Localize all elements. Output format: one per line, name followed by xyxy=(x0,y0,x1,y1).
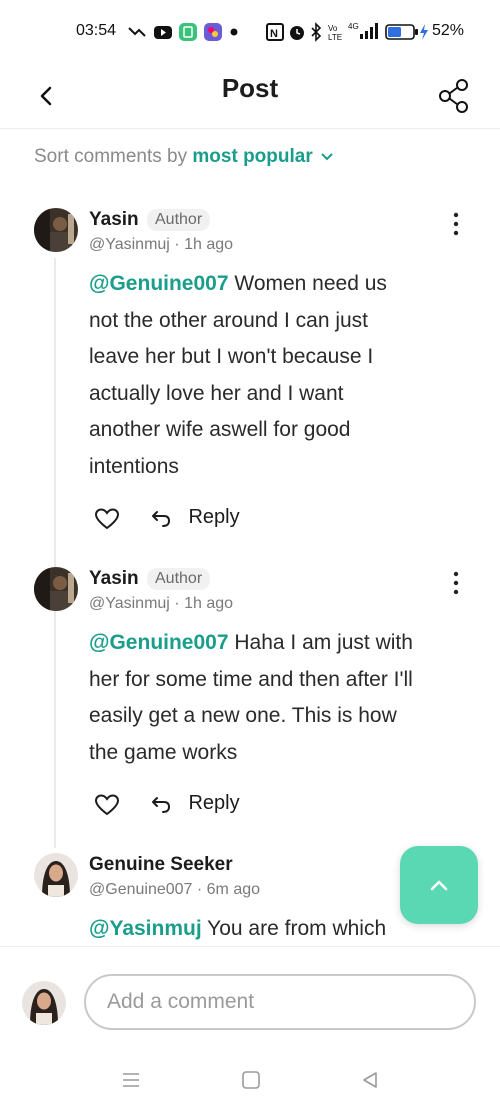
reply-button[interactable]: Reply xyxy=(150,792,240,818)
current-user-avatar-image xyxy=(22,981,66,1025)
meta-separator: · xyxy=(169,236,185,253)
comment-line: @Genuine007 Haha I am just with xyxy=(89,631,413,654)
svg-text:N: N xyxy=(270,28,278,40)
battery-icon xyxy=(385,24,418,40)
meta-separator: · xyxy=(192,881,207,898)
alarm-icon xyxy=(290,26,304,40)
volte-icon: VoLTE xyxy=(328,24,342,42)
menu-icon[interactable] xyxy=(121,1071,141,1089)
mention-link[interactable]: @Yasinmuj xyxy=(89,917,202,940)
reply-label: Reply xyxy=(188,792,240,814)
like-heart-icon[interactable] xyxy=(94,793,120,817)
mention-link[interactable]: @Genuine007 xyxy=(89,631,229,654)
svg-text:4G: 4G xyxy=(348,22,359,31)
add-comment-input[interactable]: Add a comment xyxy=(84,974,476,1030)
svg-text:Vo: Vo xyxy=(328,24,338,33)
comment-line: the game works xyxy=(89,740,238,764)
mention-link[interactable]: @Genuine007 xyxy=(89,272,229,295)
comment-line: easily get a new one. This is how xyxy=(89,704,397,727)
app-colorful-icon xyxy=(204,23,222,41)
youtube-icon xyxy=(154,26,172,39)
comment-author-name[interactable]: Yasin xyxy=(89,568,139,590)
status-time: 03:54 xyxy=(76,22,117,39)
more-options-icon[interactable] xyxy=(444,210,468,238)
meta-separator: · xyxy=(169,595,185,612)
comment-author-name[interactable]: Genuine Seeker xyxy=(89,854,233,876)
avatar-yasin-image xyxy=(34,567,78,611)
home-square-icon[interactable] xyxy=(241,1070,261,1090)
comment-line: intentions xyxy=(89,454,179,478)
like-heart-icon[interactable] xyxy=(94,507,120,531)
avatar[interactable] xyxy=(34,853,78,897)
scroll-to-top-button[interactable] xyxy=(400,846,478,924)
avatar xyxy=(22,981,66,1025)
status-bar: 03:54 N Vo LTE 4G 52% xyxy=(0,0,500,64)
author-badge: Author xyxy=(147,568,211,590)
comment-body: @Genuine007 Women need us not the other … xyxy=(89,266,474,485)
sort-label: Sort comments by xyxy=(34,146,188,167)
author-badge: Author xyxy=(147,209,211,231)
bluetooth-icon xyxy=(311,22,322,42)
comment-body: @Genuine007 Haha I am just with her for … xyxy=(89,625,474,771)
chevron-up-icon xyxy=(430,880,448,891)
comment-line: actually love her and I want xyxy=(89,381,344,405)
comment-meta: @Yasinmuj · 1h ago xyxy=(89,595,233,613)
back-triangle-icon[interactable] xyxy=(360,1070,380,1090)
comment-handle[interactable]: @Yasinmuj xyxy=(89,236,170,253)
comment-meta: @Genuine007 · 6m ago xyxy=(89,881,260,899)
thread-line xyxy=(54,258,56,848)
nfc-icon: N xyxy=(266,23,284,41)
missed-call-icon xyxy=(128,27,146,37)
comment-time: 6m ago xyxy=(206,881,261,898)
reply-arrow-icon xyxy=(152,510,170,527)
comment-time: 1h ago xyxy=(184,595,234,612)
more-options-icon[interactable] xyxy=(444,569,468,597)
app-header: Post xyxy=(0,64,500,129)
comment-line: another wife aswell for good xyxy=(89,418,351,441)
reply-arrow-icon xyxy=(152,796,170,813)
comment-handle[interactable]: @Yasinmuj xyxy=(89,595,170,612)
comment-handle[interactable]: @Genuine007 xyxy=(89,881,192,898)
comment-time: 1h ago xyxy=(184,236,234,253)
app-green-icon xyxy=(179,23,197,41)
comment-meta: @Yasinmuj · 1h ago xyxy=(89,236,233,254)
avatar-genuine-seeker-image xyxy=(34,853,78,897)
svg-text:LTE: LTE xyxy=(328,33,342,42)
share-icon[interactable] xyxy=(432,74,476,118)
comment-author-name[interactable]: Yasin xyxy=(89,209,139,231)
reply-button[interactable]: Reply xyxy=(150,506,240,532)
avatar[interactable] xyxy=(34,208,78,252)
system-nav-bar xyxy=(0,1048,500,1111)
signal-icon: 4G xyxy=(348,22,378,39)
sort-comments-control[interactable]: Sort comments by most popular xyxy=(34,146,334,168)
comment-line: @Genuine007 Women need us xyxy=(89,272,387,295)
page-title: Post xyxy=(221,73,279,103)
charging-icon xyxy=(420,24,428,40)
comment-line: leave her but I won't because I xyxy=(89,345,374,368)
comment-line: not the other around I can just xyxy=(89,308,369,332)
avatar-yasin-image xyxy=(34,208,78,252)
reply-label: Reply xyxy=(188,506,240,528)
notification-dot-icon xyxy=(230,28,238,36)
chevron-down-icon[interactable] xyxy=(320,152,334,162)
battery-percent: 52% xyxy=(432,22,465,39)
comment-line: her for some time and then after I'll xyxy=(89,667,413,691)
avatar[interactable] xyxy=(34,567,78,611)
sort-value[interactable]: most popular xyxy=(192,146,312,167)
